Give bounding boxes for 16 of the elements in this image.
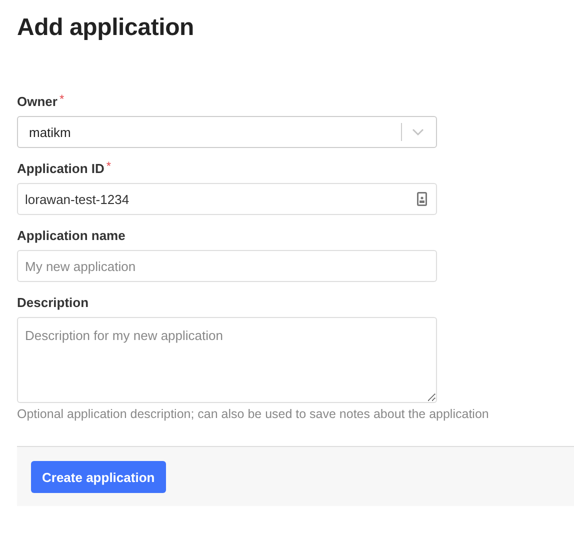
- owner-select[interactable]: matikm: [17, 116, 437, 148]
- page-title: Add application: [17, 14, 196, 42]
- field-label: Description: [17, 295, 89, 310]
- create-application-button[interactable]: Create application: [31, 461, 166, 493]
- contact-card-icon: [417, 192, 427, 206]
- field-hint: Optional application description; can also be used to save notes about the application: [17, 406, 489, 422]
- field-label: Application ID: [17, 161, 104, 176]
- select-value: matikm: [29, 124, 72, 140]
- field-label: Owner: [17, 94, 58, 109]
- text-input[interactable]: My new application: [17, 250, 437, 282]
- required-mark: *: [59, 94, 64, 104]
- text-input[interactable]: lorawan-test-1234: [17, 183, 437, 215]
- field-label: Application name: [17, 228, 126, 243]
- chevron-down-icon: [412, 128, 424, 136]
- required-mark: *: [106, 161, 112, 171]
- description-textarea[interactable]: Description for my new application: [17, 317, 437, 403]
